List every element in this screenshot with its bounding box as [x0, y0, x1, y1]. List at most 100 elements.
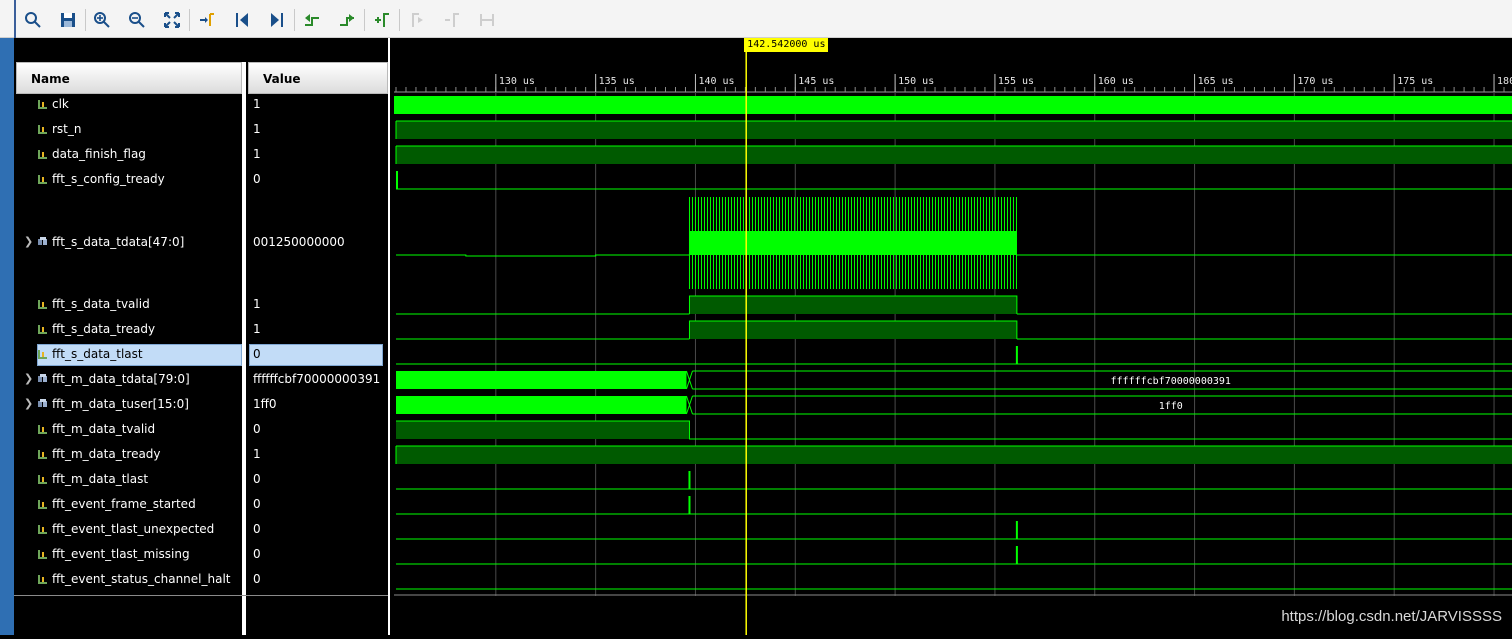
signal-value: 0	[253, 422, 261, 436]
go-to-time-zero-icon	[236, 13, 248, 27]
expand-chevron-icon[interactable]: ❯	[24, 372, 33, 385]
signal-row[interactable]: fft_m_data_tvalid 0	[14, 421, 390, 439]
go-to-last-time-icon	[271, 13, 283, 27]
save-button[interactable]	[57, 9, 79, 31]
signal-row[interactable]: fft_event_frame_started 0	[14, 496, 390, 514]
swap-cursors-icon	[480, 14, 494, 26]
zoom-search-icon	[25, 12, 41, 28]
name-column-header[interactable]: Name	[16, 62, 242, 94]
signal-row[interactable]: ❯ fft_s_data_tdata[47:0] 001250000000	[14, 234, 390, 252]
signal-name: fft_event_frame_started	[37, 497, 196, 511]
signal-name-text: clk	[52, 97, 69, 111]
bit-signal-icon	[38, 150, 47, 159]
signal-name: data_finish_flag	[37, 147, 146, 161]
signal-row[interactable]: fft_s_config_tready 0	[14, 171, 390, 189]
names-values-panel: Name Value clk 1 rst_n 1 data_finish_flag 1 ff…	[14, 38, 390, 635]
timeline-tick-label: 165 us	[1198, 76, 1234, 87]
bit-signal-icon	[38, 100, 47, 109]
go-to-time-zero-button[interactable]	[231, 9, 253, 31]
zoom-fit-button[interactable]	[161, 9, 183, 31]
signal-row[interactable]: ❯ fft_m_data_tdata[79:0] ffffffcbf70000000…	[14, 371, 390, 389]
zoom-out-button[interactable]	[126, 9, 148, 31]
signal-high-fill	[396, 121, 1512, 139]
swap-cursors-button[interactable]	[476, 9, 498, 31]
signal-value: 0	[253, 347, 261, 361]
signal-name: clk	[37, 97, 69, 111]
expand-chevron-icon[interactable]: ❯	[24, 397, 33, 410]
signal-row[interactable]: fft_s_data_tlast 0	[14, 344, 390, 366]
bus-signal-icon	[38, 399, 47, 407]
add-marker-button[interactable]	[371, 9, 393, 31]
next-marker-icon	[445, 13, 459, 27]
bit-signal-icon	[38, 475, 47, 484]
signal-value: 1ff0	[253, 397, 277, 411]
signal-row[interactable]: data_finish_flag 1	[14, 146, 390, 164]
bus-value-label: ffffffcbf70000000391	[1111, 376, 1231, 387]
clk-wave	[394, 96, 1512, 114]
signal-value: 0	[253, 497, 261, 511]
previous-transition-button[interactable]	[301, 9, 323, 31]
signal-name: fft_m_data_tdata[79:0]	[37, 372, 190, 386]
waveform-panel[interactable]: 142.542000 us 130 us 135 us 140 us 145 us 15…	[394, 38, 1512, 635]
go-to-cursor-button[interactable]	[196, 9, 218, 31]
zoom-in-icon	[94, 12, 110, 28]
signal-value: 1	[253, 447, 261, 461]
bit-signal-icon	[38, 525, 47, 534]
bit-signal-icon	[38, 325, 47, 334]
bit-signal-icon	[38, 425, 47, 434]
signal-row[interactable]: clk 1	[14, 96, 390, 114]
signal-high-fill	[689, 321, 1017, 339]
timeline-tick-label: 145 us	[798, 76, 834, 87]
next-marker-button[interactable]	[441, 9, 463, 31]
bit-signal-icon	[38, 350, 47, 359]
signal-row[interactable]: fft_s_data_tvalid 1	[14, 296, 390, 314]
previous-transition-icon	[305, 14, 319, 26]
timeline-tick-label: 140 us	[698, 76, 734, 87]
signal-name-text: fft_m_data_tlast	[52, 472, 149, 486]
signal-row[interactable]: fft_m_data_tlast 0	[14, 471, 390, 489]
timeline-tick-label: 130 us	[499, 76, 535, 87]
signal-name-text: fft_m_data_tdata[79:0]	[52, 372, 190, 386]
toolbar-separator	[189, 9, 190, 31]
signal-name-text: fft_m_data_tuser[15:0]	[52, 397, 189, 411]
signal-name: fft_s_config_tready	[37, 172, 165, 186]
signal-name-text: data_finish_flag	[52, 147, 146, 161]
bus-value-label: 1ff0	[1159, 401, 1183, 412]
zoom-fit-icon	[164, 12, 180, 28]
signal-row[interactable]: fft_event_status_channel_halt 0	[14, 571, 390, 589]
waveform-canvas[interactable]: 130 us 135 us 140 us 145 us 150 us 155 us 160 …	[394, 38, 1512, 635]
signal-value: 001250000000	[253, 235, 345, 249]
signal-name-text: fft_event_frame_started	[52, 497, 196, 511]
next-transition-icon	[340, 14, 354, 26]
toolbar	[0, 0, 1512, 38]
zoom-in-button[interactable]	[91, 9, 113, 31]
signal-high-fill	[396, 421, 690, 439]
signal-row[interactable]: fft_s_data_tready 1	[14, 321, 390, 339]
signal-value: 0	[253, 547, 261, 561]
cursor-time-flag[interactable]: 142.542000 us	[744, 38, 829, 52]
signal-row[interactable]: fft_m_data_tready 1	[14, 446, 390, 464]
toolbar-edge	[14, 0, 16, 38]
signal-row[interactable]: fft_event_tlast_missing 0	[14, 546, 390, 564]
list-end-divider	[14, 595, 388, 596]
previous-marker-icon	[412, 13, 423, 27]
timeline-tick-label: 180 us	[1497, 76, 1512, 87]
bit-signal-icon	[38, 300, 47, 309]
signal-value: 1	[253, 297, 261, 311]
timeline-tick-label: 150 us	[898, 76, 934, 87]
value-column-header[interactable]: Value	[248, 62, 388, 94]
previous-marker-button[interactable]	[406, 9, 428, 31]
expand-chevron-icon[interactable]: ❯	[24, 235, 33, 248]
bit-signal-icon	[38, 500, 47, 509]
next-transition-button[interactable]	[336, 9, 358, 31]
timeline-tick-label: 175 us	[1397, 76, 1433, 87]
bus-signal-icon	[38, 237, 47, 245]
signal-name-text: fft_m_data_tvalid	[52, 422, 156, 436]
go-to-last-time-button[interactable]	[266, 9, 288, 31]
signal-row[interactable]: fft_event_tlast_unexpected 0	[14, 521, 390, 539]
signal-name: fft_s_data_tlast	[37, 347, 143, 361]
signal-row[interactable]: rst_n 1	[14, 121, 390, 139]
zoom-search-button[interactable]	[22, 9, 44, 31]
toolbar-separator	[294, 9, 295, 31]
signal-row[interactable]: ❯ fft_m_data_tuser[15:0] 1ff0	[14, 396, 390, 414]
